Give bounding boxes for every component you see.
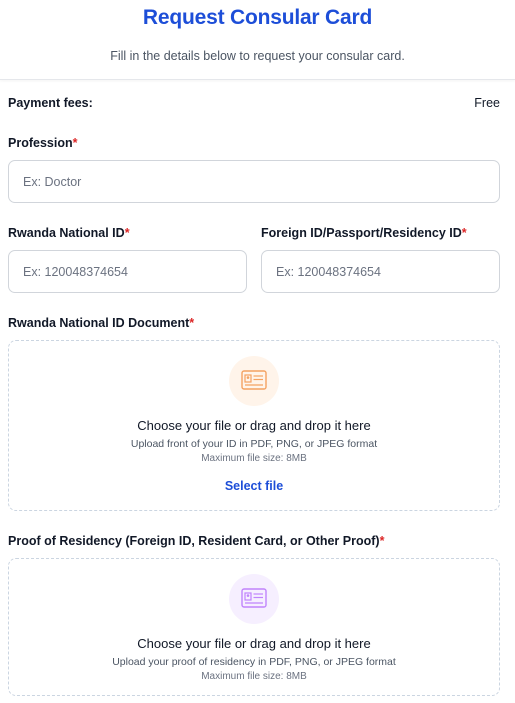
id-card-icon	[241, 370, 267, 390]
residency-proof-dropzone-title: Choose your file or drag and drop it her…	[137, 636, 371, 651]
required-mark: *	[461, 226, 467, 240]
national-id-label: Rwanda National ID*	[8, 226, 130, 240]
residency-proof-max-size: Maximum file size: 8MB	[201, 671, 307, 682]
id-document-max-size: Maximum file size: 8MB	[201, 453, 307, 464]
page-header: Request Consular Card Fill in the detail…	[0, 0, 515, 80]
residency-proof-dropzone[interactable]: Choose your file or drag and drop it her…	[8, 558, 500, 696]
national-id-input[interactable]	[8, 250, 247, 293]
profession-label: Profession*	[8, 136, 78, 150]
id-document-dropzone[interactable]: Choose your file or drag and drop it her…	[8, 340, 500, 511]
id-card-icon-wrapper	[229, 574, 279, 624]
id-document-label: Rwanda National ID Document*	[8, 316, 195, 330]
id-document-dropzone-hint: Upload front of your ID in PDF, PNG, or …	[130, 438, 378, 450]
required-mark: *	[124, 226, 130, 240]
id-card-icon	[241, 588, 267, 608]
page-subtitle: Fill in the details below to request you…	[110, 49, 405, 63]
required-mark: *	[379, 534, 385, 548]
foreign-id-input[interactable]	[261, 250, 500, 293]
required-mark: *	[189, 316, 195, 330]
residency-proof-label: Proof of Residency (Foreign ID, Resident…	[8, 534, 385, 548]
required-mark: *	[72, 136, 78, 150]
payment-fees-row: Payment fees: Free	[8, 96, 500, 112]
select-file-button[interactable]: Select file	[9, 479, 499, 493]
id-document-dropzone-title: Choose your file or drag and drop it her…	[137, 418, 371, 433]
page-title: Request Consular Card	[142, 6, 373, 29]
id-card-icon-wrapper	[229, 356, 279, 406]
payment-fees-value: Free	[474, 96, 500, 110]
payment-fees-label: Payment fees:	[8, 96, 93, 110]
residency-proof-dropzone-hint: Upload your proof of residency in PDF, P…	[112, 656, 396, 668]
foreign-id-label: Foreign ID/Passport/Residency ID*	[261, 226, 467, 240]
profession-input[interactable]	[8, 160, 500, 203]
